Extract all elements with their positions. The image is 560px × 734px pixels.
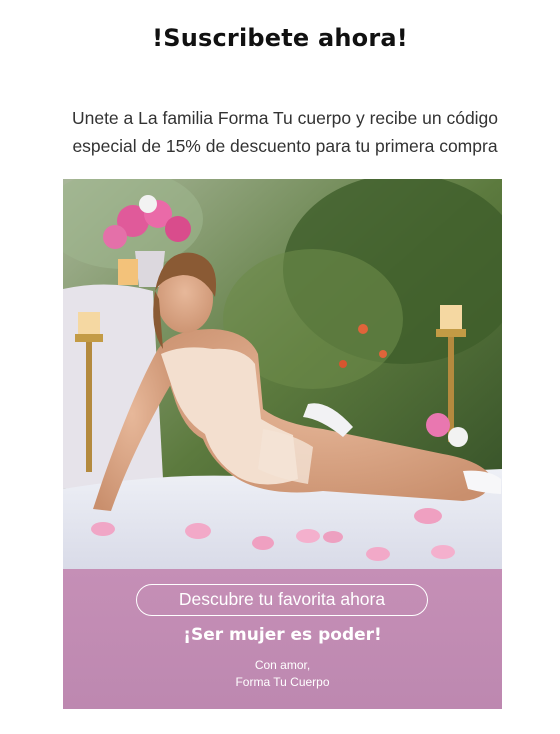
- subscribe-intro-text: Unete a La familia Forma Tu cuerpo y rec…: [71, 108, 499, 156]
- tagline: ¡Ser mujer es poder!: [183, 625, 382, 645]
- model-photo: [63, 179, 502, 569]
- discover-favorite-button[interactable]: Descubre tu favorita ahora: [136, 584, 428, 616]
- page-title: !Suscribete ahora!: [152, 24, 408, 52]
- signoff-line-2: Forma Tu Cuerpo: [235, 675, 330, 689]
- cta-band: Descubre tu favorita ahora ¡Ser mujer es…: [63, 569, 502, 709]
- signoff-line-1: Con amor,: [254, 658, 311, 672]
- signoff: Con amor, Forma Tu Cuerpo: [63, 657, 502, 691]
- promo-banner[interactable]: Descubre tu favorita ahora ¡Ser mujer es…: [63, 179, 502, 709]
